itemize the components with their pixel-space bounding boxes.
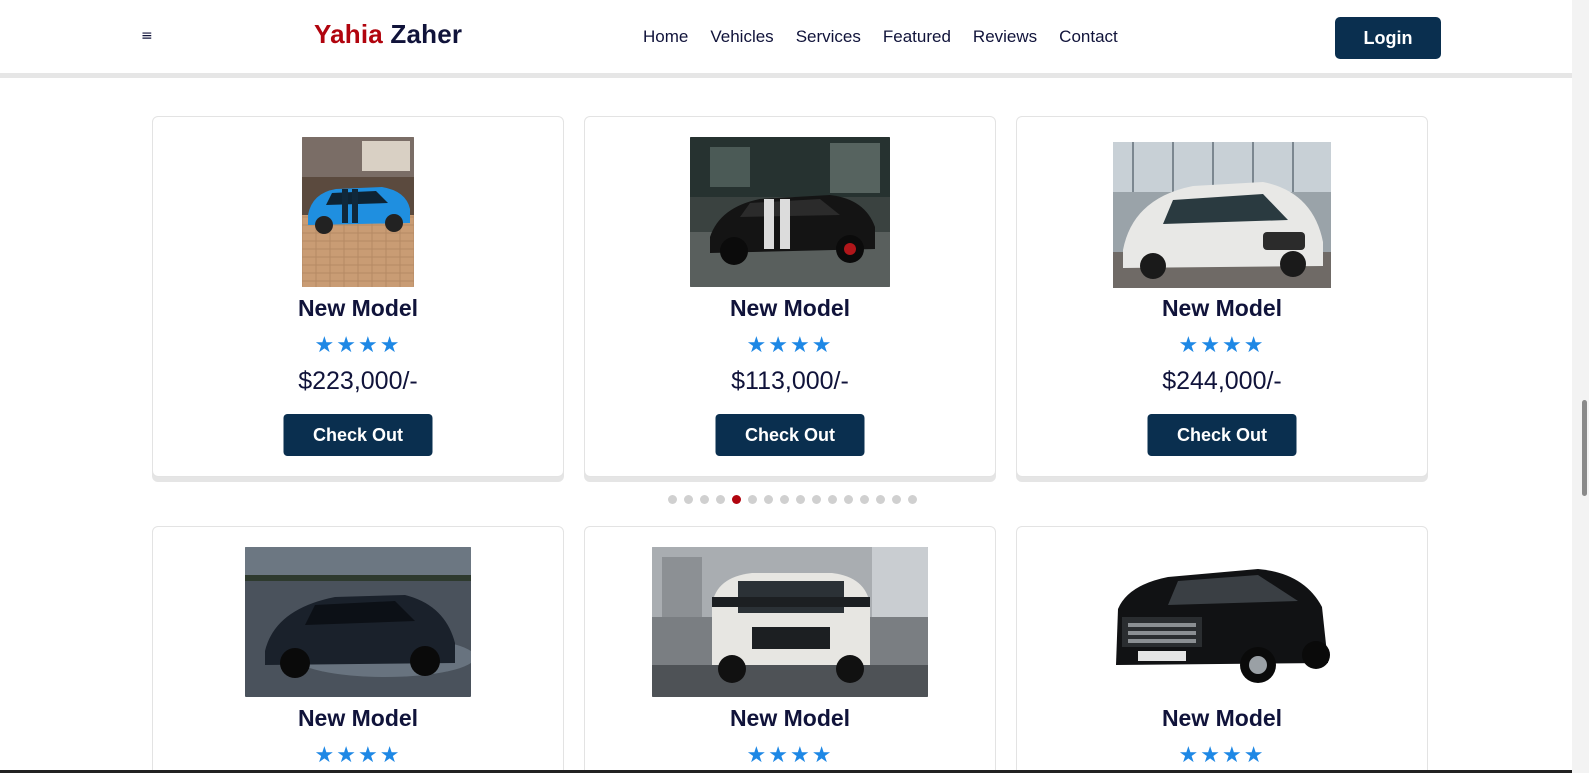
hamburger-menu-icon[interactable]: ≡ — [141, 28, 153, 44]
nav-featured[interactable]: Featured — [883, 27, 951, 47]
card-price: $223,000/- — [298, 367, 418, 395]
vehicle-card: New Model ★★★★ — [152, 526, 564, 773]
carousel-dot[interactable] — [668, 495, 677, 504]
vehicle-card: New Model ★★★★ — [584, 526, 996, 773]
carousel-dot[interactable] — [860, 495, 869, 504]
star-rating-icon: ★★★★ — [314, 333, 402, 358]
vehicle-card-row-2: New Model ★★★★ New Model ★★★★ New Model … — [152, 526, 1428, 773]
page-scrollbar[interactable] — [1572, 0, 1589, 773]
car-image-blue-sports-car — [302, 137, 414, 287]
site-logo[interactable]: Yahia Zaher — [314, 19, 462, 50]
carousel-dot[interactable] — [700, 495, 709, 504]
check-out-button[interactable]: Check Out — [1147, 414, 1297, 456]
car-image-dark-hypercar — [245, 547, 471, 697]
logo-first-name: Yahia — [314, 19, 383, 49]
card-title: New Model — [729, 705, 851, 731]
nav-reviews[interactable]: Reviews — [973, 27, 1037, 47]
carousel-dot[interactable] — [780, 495, 789, 504]
car-image-white-concept-car — [1113, 142, 1331, 288]
car-image-white-suv-g-class — [652, 547, 928, 697]
vehicle-card-row-1: New Model ★★★★ $223,000/- Check Out New … — [152, 116, 1428, 477]
nav-vehicles[interactable]: Vehicles — [710, 27, 773, 47]
carousel-dot[interactable] — [812, 495, 821, 504]
carousel-dot[interactable] — [716, 495, 725, 504]
nav-contact[interactable]: Contact — [1059, 27, 1118, 47]
card-title: New Model — [729, 295, 851, 321]
vehicle-card: New Model ★★★★ — [1016, 526, 1428, 773]
login-button[interactable]: Login — [1335, 17, 1441, 59]
site-header: ≡ Yahia Zaher Home Vehicles Services Fea… — [0, 0, 1572, 78]
card-title: New Model — [297, 705, 419, 731]
star-rating-icon: ★★★★ — [1178, 333, 1266, 358]
card-title: New Model — [1161, 705, 1283, 731]
star-rating-icon: ★★★★ — [1178, 743, 1266, 768]
car-image-black-muscle-car — [690, 137, 890, 287]
card-price: $244,000/- — [1162, 367, 1282, 395]
check-out-button[interactable]: Check Out — [283, 414, 433, 456]
carousel-dot[interactable] — [828, 495, 837, 504]
carousel-dot[interactable] — [892, 495, 901, 504]
card-title: New Model — [1161, 295, 1283, 321]
car-image-black-land-cruiser — [1108, 547, 1336, 697]
star-rating-icon: ★★★★ — [746, 743, 834, 768]
vehicle-card: New Model ★★★★ $244,000/- Check Out — [1016, 116, 1428, 477]
nav-services[interactable]: Services — [796, 27, 861, 47]
vehicle-card: New Model ★★★★ $223,000/- Check Out — [152, 116, 564, 477]
carousel-dot[interactable] — [844, 495, 853, 504]
star-rating-icon: ★★★★ — [746, 333, 834, 358]
card-title: New Model — [297, 295, 419, 321]
star-rating-icon: ★★★★ — [314, 743, 402, 768]
carousel-dot[interactable] — [796, 495, 805, 504]
carousel-dot-active[interactable] — [732, 495, 741, 504]
main-nav: Home Vehicles Services Featured Reviews … — [643, 27, 1140, 47]
scrollbar-thumb[interactable] — [1582, 400, 1587, 496]
carousel-pagination — [668, 495, 917, 504]
card-price: $113,000/- — [731, 367, 849, 395]
carousel-dot[interactable] — [876, 495, 885, 504]
nav-home[interactable]: Home — [643, 27, 688, 47]
carousel-dot[interactable] — [764, 495, 773, 504]
check-out-button[interactable]: Check Out — [715, 414, 865, 456]
vehicle-card: New Model ★★★★ $113,000/- Check Out — [584, 116, 996, 477]
carousel-dot[interactable] — [748, 495, 757, 504]
logo-last-name: Zaher — [390, 19, 463, 49]
carousel-dot[interactable] — [908, 495, 917, 504]
carousel-dot[interactable] — [684, 495, 693, 504]
